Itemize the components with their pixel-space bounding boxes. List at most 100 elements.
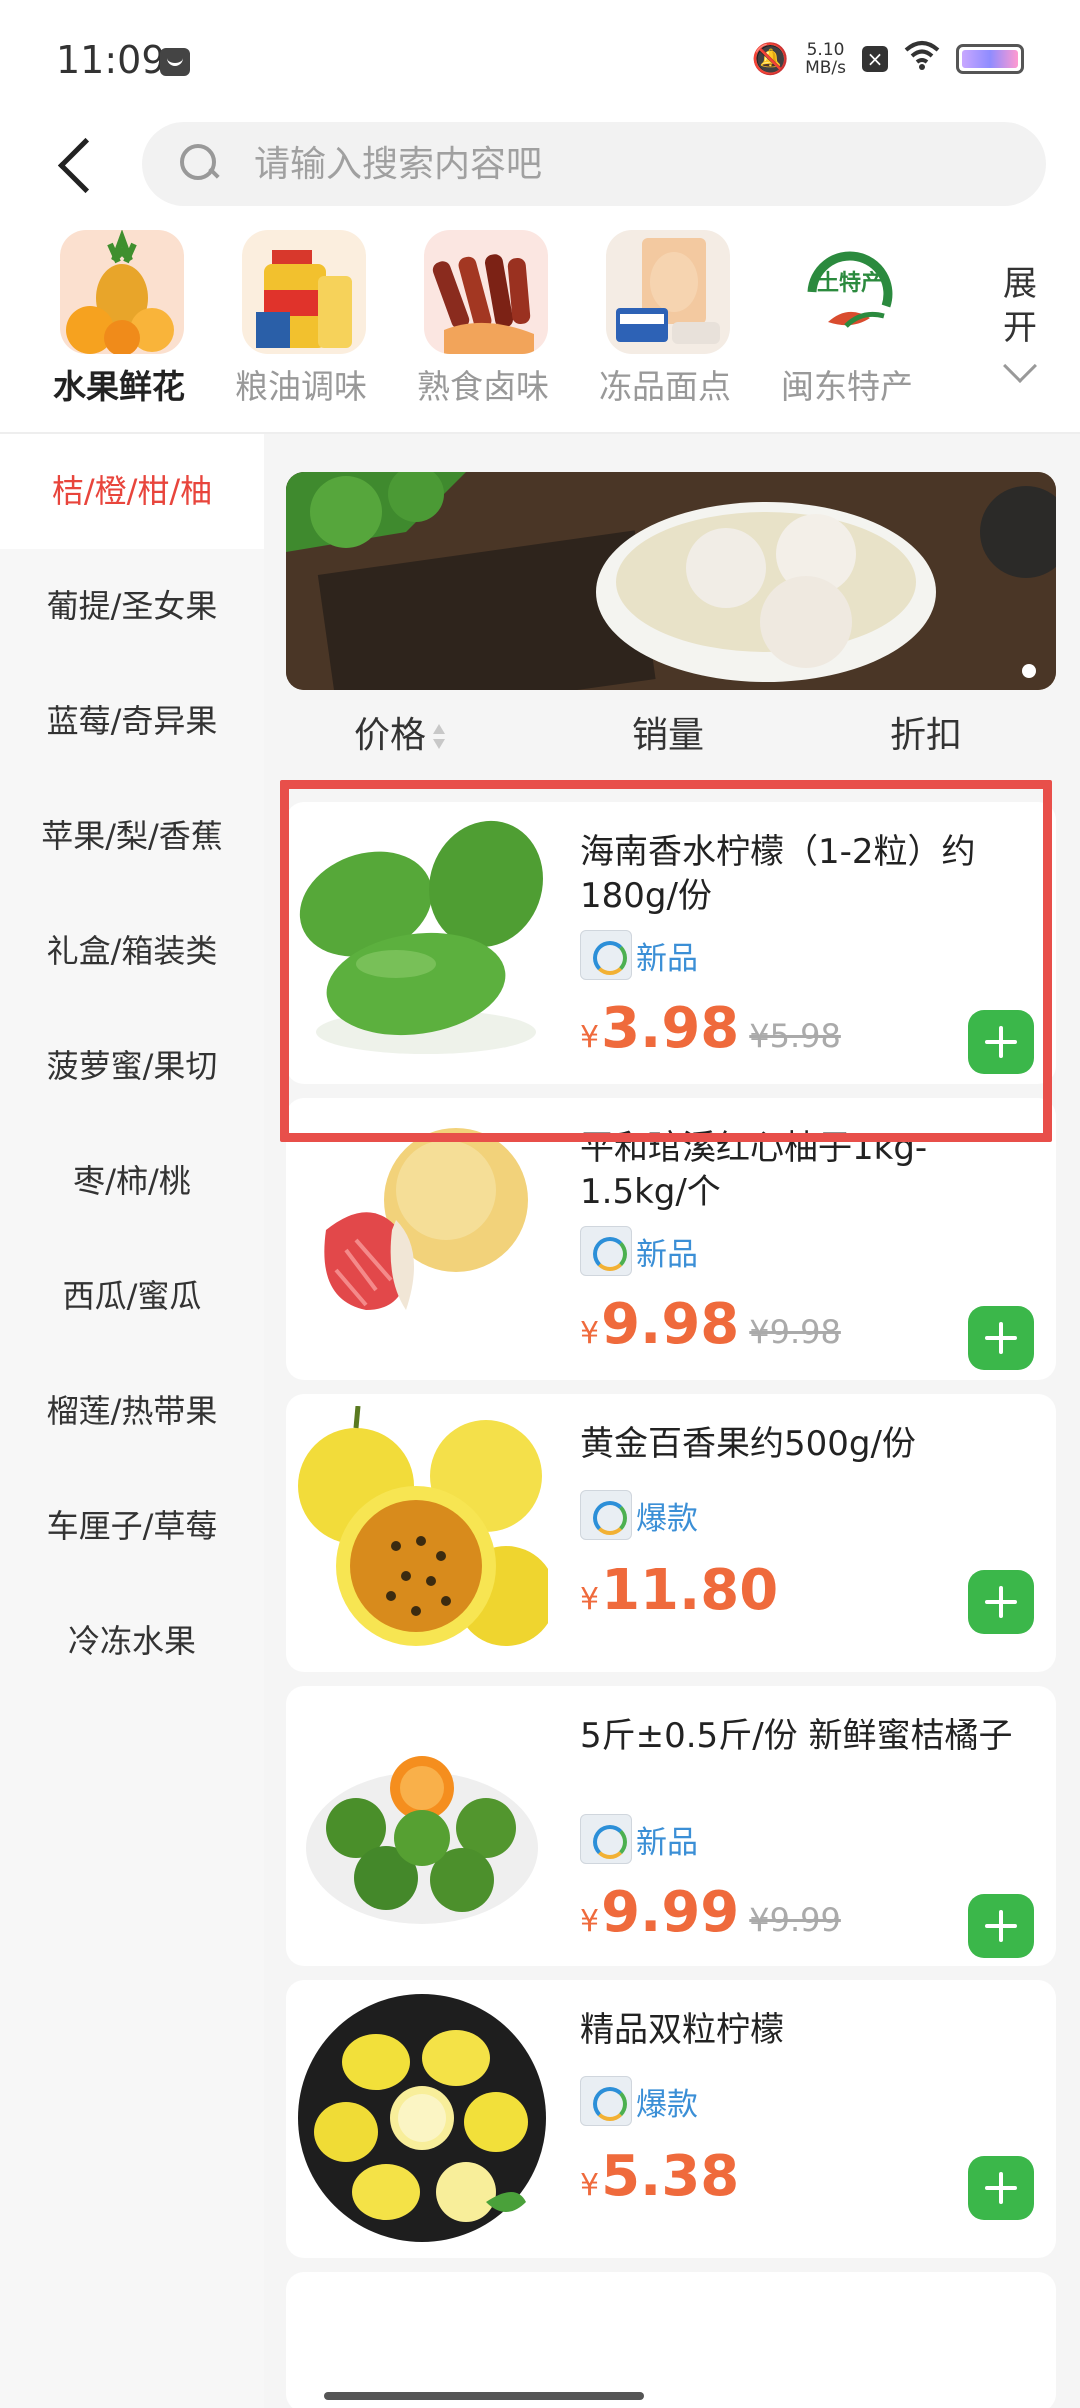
brand-logo-icon (580, 1226, 632, 1276)
search-input[interactable] (254, 122, 1014, 206)
product-price: ¥ 9.99 ¥9.99 (580, 1880, 841, 1950)
add-to-cart-button[interactable] (968, 2156, 1034, 2220)
currency-symbol: ¥ (580, 2168, 600, 2203)
brand-logo-icon (580, 930, 632, 980)
product-image-lemon (296, 1992, 548, 2244)
product-tag-label: 爆款 (636, 1500, 698, 1537)
currency-symbol: ¥ (580, 1582, 600, 1617)
category-image-fruit (60, 230, 184, 354)
category-label: 粮油调味 (235, 367, 367, 406)
category-label: 熟食卤味 (417, 367, 549, 406)
original-price: ¥5.98 (749, 1017, 841, 1055)
category-item-frozen[interactable]: 冻品面点 (590, 222, 740, 412)
sidebar-item-frozen-fruit[interactable]: 冷冻水果 (0, 1584, 264, 1699)
product-card[interactable]: 平和琯溪红心柚子1kg-1.5kg/个 新品 ¥ 9.98 ¥9.98 (286, 1098, 1056, 1380)
sidebar-item-durian[interactable]: 榴莲/热带果 (0, 1354, 264, 1469)
product-title: 黄金百香果约500g/份 (580, 1424, 916, 1464)
product-card[interactable]: 精品双粒柠檬 爆款 ¥ 5.38 (286, 1980, 1056, 2258)
currency-symbol: ¥ (580, 1316, 600, 1351)
expand-button[interactable]: 展开 (980, 262, 1060, 383)
brand-logo-icon (580, 1814, 632, 1864)
current-price: 3.98 (601, 996, 740, 1061)
home-indicator[interactable] (324, 2392, 644, 2400)
product-title: 5斤±0.5斤/份 新鲜蜜桔橘子 (580, 1716, 1013, 1756)
original-price: ¥9.99 (749, 1901, 841, 1939)
sidebar-item-berries[interactable]: 蓝莓/奇异果 (0, 664, 264, 779)
add-to-cart-button[interactable] (968, 1570, 1034, 1634)
status-icons: 🔕 5.10 MB/s × (752, 40, 1024, 78)
expand-label: 展开 (1003, 264, 1037, 348)
sort-by-price[interactable]: 价格 (354, 704, 446, 768)
brand-logo-icon (580, 2076, 632, 2126)
status-time: 11:09 (56, 38, 166, 82)
product-image-tangerine (296, 1698, 548, 1950)
category-label: 水果鲜花 (53, 367, 185, 406)
product-title: 精品双粒柠檬 (580, 2010, 784, 2050)
product-image-passionfruit (296, 1406, 548, 1658)
category-item-specialty[interactable]: 土特产 闽东特产 (772, 222, 922, 412)
promo-banner[interactable] (286, 472, 1056, 690)
sidebar-item-jackfruit[interactable]: 菠萝蜜/果切 (0, 1009, 264, 1124)
product-tag-label: 新品 (636, 1236, 698, 1273)
product-card-partial[interactable] (286, 2272, 1056, 2408)
category-item-fruit[interactable]: 水果鲜花 (44, 222, 194, 412)
sidebar-item-grapes[interactable]: 葡提/圣女果 (0, 549, 264, 664)
currency-symbol: ¥ (580, 1020, 600, 1055)
sidebar-item-dates[interactable]: 枣/柿/桃 (0, 1124, 264, 1239)
product-image-pomelo (296, 1110, 548, 1362)
product-tag-label: 新品 (636, 1824, 698, 1861)
product-tag: 新品 (580, 1814, 698, 1864)
sidebar-item-citrus[interactable]: 桔/橙/柑/柚 (0, 434, 264, 549)
product-tag: 爆款 (580, 1490, 698, 1540)
category-label: 冻品面点 (599, 367, 731, 406)
network-speed: 5.10 MB/s (805, 41, 846, 77)
sort-by-discount[interactable]: 折扣 (890, 704, 962, 768)
product-panel: 价格 销量 折扣 海南香水柠檬（1-2粒）约180g/份 新品 ¥ 3.98 ¥… (264, 434, 1080, 2408)
product-price: ¥ 11.80 (580, 1558, 788, 1628)
sidebar-item-cherries[interactable]: 车厘子/草莓 (0, 1469, 264, 1584)
product-tag: 新品 (580, 1226, 698, 1276)
sidebar-item-giftbox[interactable]: 礼盒/箱装类 (0, 894, 264, 1009)
current-price: 9.99 (601, 1880, 740, 1945)
search-icon (180, 144, 218, 182)
battery-icon (956, 44, 1024, 74)
subcategory-sidebar: 桔/橙/柑/柚 葡提/圣女果 蓝莓/奇异果 苹果/梨/香蕉 礼盒/箱装类 菠萝蜜… (0, 434, 264, 2408)
product-card[interactable]: 海南香水柠檬（1-2粒）约180g/份 新品 ¥ 3.98 ¥5.98 (286, 802, 1056, 1084)
product-price: ¥ 5.38 (580, 2144, 749, 2214)
original-price: ¥9.98 (749, 1313, 841, 1351)
add-to-cart-button[interactable] (968, 1010, 1034, 1074)
sort-arrows-icon (432, 722, 446, 752)
product-card[interactable]: 5斤±0.5斤/份 新鲜蜜桔橘子 新品 ¥ 9.99 ¥9.99 (286, 1686, 1056, 1966)
close-box-icon: × (862, 46, 888, 72)
category-image-oil (242, 230, 366, 354)
product-card[interactable]: 黄金百香果约500g/份 爆款 ¥ 11.80 (286, 1394, 1056, 1672)
product-title: 平和琯溪红心柚子1kg-1.5kg/个 (580, 1128, 928, 1212)
product-price: ¥ 3.98 ¥5.98 (580, 996, 841, 1066)
product-image-lime (296, 814, 548, 1066)
svg-text:土特产: 土特产 (817, 270, 883, 296)
message-icon (160, 48, 190, 76)
product-tag-label: 爆款 (636, 2086, 698, 2123)
add-to-cart-button[interactable] (968, 1306, 1034, 1370)
category-label: 闽东特产 (781, 367, 913, 406)
wifi-icon (904, 40, 940, 78)
brand-logo-icon (580, 1490, 632, 1540)
network-speed-unit: MB/s (805, 58, 846, 78)
bell-muted-icon: 🔕 (751, 41, 790, 77)
search-bar[interactable] (142, 122, 1046, 206)
product-tag-label: 新品 (636, 940, 698, 977)
category-item-oil[interactable]: 粮油调味 (226, 222, 376, 412)
sort-by-sales[interactable]: 销量 (632, 704, 704, 768)
current-price: 5.38 (601, 2144, 740, 2209)
back-button[interactable] (52, 132, 102, 198)
banner-indicator-dot[interactable] (1022, 664, 1036, 678)
sidebar-item-melons[interactable]: 西瓜/蜜瓜 (0, 1239, 264, 1354)
product-tag: 爆款 (580, 2076, 698, 2126)
network-speed-value: 5.10 (806, 40, 845, 60)
category-image-specialty: 土特产 (788, 230, 912, 354)
add-to-cart-button[interactable] (968, 1894, 1034, 1958)
category-item-deli[interactable]: 熟食卤味 (408, 222, 558, 412)
sidebar-item-apples[interactable]: 苹果/梨/香蕉 (0, 779, 264, 894)
product-tag: 新品 (580, 930, 698, 980)
currency-symbol: ¥ (580, 1904, 600, 1939)
